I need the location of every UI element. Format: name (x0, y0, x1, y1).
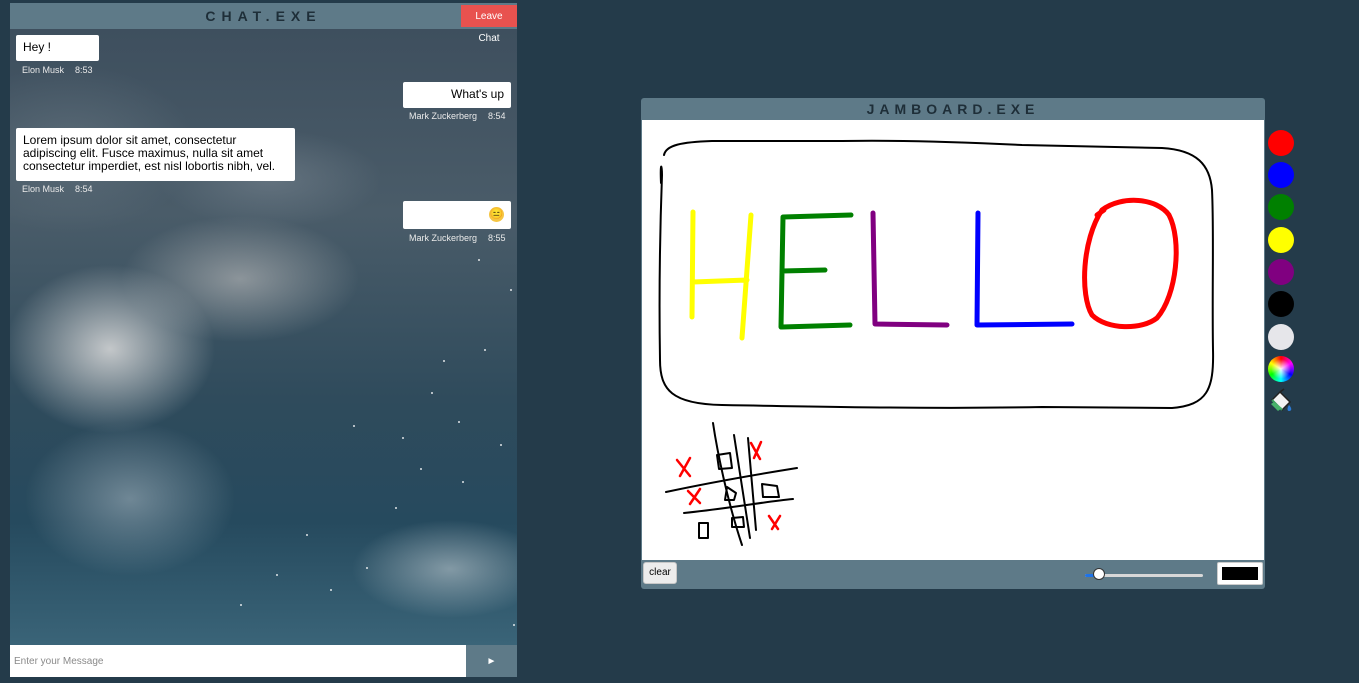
message-sender: Mark Zuckerberg (409, 233, 478, 243)
drawing-canvas[interactable] (642, 120, 1264, 560)
chat-message: Hey ! (16, 35, 99, 61)
emoji-expressionless-icon: 😑 (489, 207, 504, 222)
color-swatch-yellow[interactable] (1268, 227, 1294, 253)
color-swatch-green[interactable] (1268, 194, 1294, 220)
jamboard-title: JAMBOARD.EXE (866, 101, 1040, 117)
message-text: Hey ! (23, 40, 52, 54)
chat-window: CHAT.EXE Leave Chat Hey ! Elon Musk 8:53 … (10, 3, 517, 677)
message-meta: Elon Musk 8:54 (22, 184, 104, 194)
canvas-drawing (658, 139, 1215, 546)
color-swatch-white[interactable] (1268, 324, 1294, 350)
slider-thumb[interactable] (1093, 568, 1105, 580)
message-meta: Elon Musk 8:53 (22, 65, 104, 75)
message-sender: Elon Musk (22, 184, 65, 194)
jamboard-window: JAMBOARD.EXE clear (641, 98, 1265, 589)
color-swatch-red[interactable] (1268, 130, 1294, 156)
chat-title: CHAT.EXE (205, 8, 322, 24)
message-time: 8:54 (75, 184, 93, 194)
current-color-preview (1217, 562, 1263, 585)
color-wheel-icon[interactable] (1268, 356, 1294, 382)
leave-chat-button[interactable]: Leave Chat (461, 5, 517, 44)
message-meta: Mark Zuckerberg 8:55 (409, 233, 517, 243)
paint-bucket-icon[interactable] (1268, 388, 1294, 414)
chat-message: Lorem ipsum dolor sit amet, consectetur … (16, 128, 295, 181)
message-time: 8:53 (75, 65, 93, 75)
chat-message: What's up (403, 82, 511, 108)
message-time: 8:54 (488, 111, 506, 121)
color-swatch-purple[interactable] (1268, 259, 1294, 285)
send-icon: ► (486, 656, 497, 667)
message-text: What's up (451, 87, 504, 101)
color-swatch-blue[interactable] (1268, 162, 1294, 188)
message-time: 8:55 (488, 233, 506, 243)
chat-header: CHAT.EXE Leave Chat (10, 3, 517, 44)
color-swatch-black[interactable] (1268, 291, 1294, 317)
current-color-swatch (1222, 567, 1258, 580)
message-meta: Mark Zuckerberg 8:54 (409, 111, 517, 121)
chat-background (10, 29, 517, 645)
message-composer: ► (10, 645, 517, 677)
message-input[interactable] (10, 645, 466, 677)
clear-button[interactable]: clear (643, 562, 677, 584)
message-sender: Mark Zuckerberg (409, 111, 478, 121)
message-sender: Elon Musk (22, 65, 65, 75)
chat-message: 😑 (403, 201, 511, 229)
send-button[interactable]: ► (466, 645, 517, 677)
brush-size-slider[interactable] (1085, 568, 1203, 580)
message-text: Lorem ipsum dolor sit amet, consectetur … (23, 133, 276, 173)
